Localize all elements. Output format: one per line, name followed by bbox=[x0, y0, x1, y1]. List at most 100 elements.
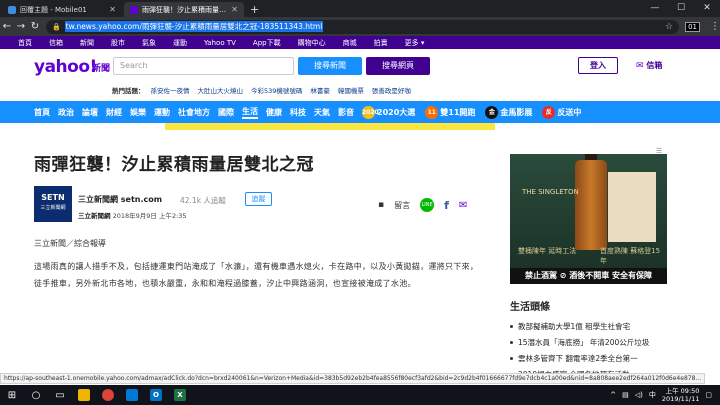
login-button[interactable]: 登入 bbox=[578, 57, 618, 74]
forward-arrow-icon[interactable]: → bbox=[14, 21, 28, 32]
yahoo-nav-item[interactable]: 運動 bbox=[173, 38, 187, 48]
pill-label: 2020大選 bbox=[377, 107, 416, 117]
trending-item[interactable]: 林書豪 bbox=[310, 85, 330, 95]
pill-icon: 金 bbox=[485, 105, 499, 119]
category-pill[interactable]: 2020 2020大選 bbox=[362, 105, 416, 119]
search-web-button[interactable]: 搜尋網頁 bbox=[366, 57, 430, 75]
rail-headline-item[interactable]: 教部擬補助大學1億 租學生社會宅 bbox=[510, 318, 710, 334]
yahoo-nav-item[interactable]: 新聞 bbox=[80, 38, 94, 48]
follow-button[interactable]: 追蹤 bbox=[245, 192, 272, 206]
close-icon[interactable]: ✕ bbox=[109, 5, 116, 14]
category-pill[interactable]: 金金馬影展 bbox=[485, 105, 533, 119]
browser-tab-yahoo[interactable]: 雨彈狂襲！汐止累積雨量居雙北 ✕ bbox=[124, 2, 244, 17]
category-tab[interactable]: 首頁 bbox=[34, 107, 50, 118]
yahoo-nav-item[interactable]: 更多 ▾ bbox=[405, 38, 425, 48]
new-tab-plus-icon[interactable]: + bbox=[244, 2, 265, 17]
yahoo-logo[interactable]: yahoo! bbox=[34, 57, 97, 77]
category-tab[interactable]: 財經 bbox=[106, 107, 122, 118]
trending-item[interactable]: 孫安佐一夜情 bbox=[151, 85, 190, 95]
yahoo-nav-item[interactable]: 首頁 bbox=[18, 38, 32, 48]
clock[interactable]: 上午 09:50 2019/11/11 bbox=[662, 387, 699, 403]
address-bar-row: ← → ↻ 🔒 tw.news.yahoo.com/雨彈狂襲-汐止累積雨量居雙北… bbox=[0, 17, 720, 36]
source-name[interactable]: 三立新聞網 setn.com bbox=[78, 194, 162, 205]
window-controls: — ☐ ✕ bbox=[642, 0, 720, 16]
language-indicator[interactable]: 中 bbox=[649, 390, 656, 400]
chrome-icon[interactable] bbox=[96, 385, 120, 405]
ad-brand: THE SINGLETON bbox=[522, 188, 579, 196]
url-input[interactable]: 🔒 tw.news.yahoo.com/雨彈狂襲-汐止累積雨量居雙北之冠-183… bbox=[45, 19, 680, 34]
browser-menu-icon[interactable]: ⋮ bbox=[710, 21, 720, 32]
extension-icon[interactable]: 01 bbox=[685, 21, 701, 32]
search-icon[interactable]: ○ bbox=[24, 385, 48, 405]
minimize-icon[interactable]: — bbox=[642, 0, 668, 16]
maximize-icon[interactable]: ☐ bbox=[668, 0, 694, 16]
task-view-icon[interactable]: ▭ bbox=[48, 385, 72, 405]
yahoo-nav-item[interactable]: 信箱 bbox=[49, 38, 63, 48]
close-window-icon[interactable]: ✕ bbox=[694, 0, 720, 16]
yahoo-nav-item[interactable]: Yahoo TV bbox=[204, 39, 236, 47]
bullet-icon bbox=[510, 356, 513, 360]
bookmark-star-icon[interactable]: ☆ bbox=[665, 22, 673, 32]
trending-item[interactable]: 張善政是好咖 bbox=[372, 85, 411, 95]
outlook-icon[interactable]: O bbox=[144, 385, 168, 405]
yahoo-nav-item[interactable]: 拍賣 bbox=[374, 38, 388, 48]
category-tab[interactable]: 社會地方 bbox=[178, 107, 210, 118]
trending-item[interactable]: 韓國機票 bbox=[338, 85, 364, 95]
store-icon[interactable] bbox=[120, 385, 144, 405]
yahoo-nav-item[interactable]: 購物中心 bbox=[298, 38, 326, 48]
bullet-icon bbox=[510, 340, 513, 344]
rail-headline-item[interactable]: 15潛水員「海底撈」 年清200公斤垃圾 bbox=[510, 334, 710, 350]
category-pill[interactable]: 11 雙11開跑 bbox=[425, 105, 475, 119]
notifications-icon[interactable]: ▢ bbox=[705, 391, 712, 399]
category-tab[interactable]: 天氣 bbox=[314, 107, 330, 118]
follower-count: 42.1k 人追蹤 bbox=[180, 196, 226, 205]
tray-arrow-icon[interactable]: ^ bbox=[610, 391, 616, 399]
category-tab[interactable]: 影音 bbox=[338, 107, 354, 118]
email-share-icon[interactable]: ✉ bbox=[459, 200, 467, 211]
search-news-button[interactable]: 搜尋新聞 bbox=[298, 57, 362, 75]
pill-label: 金馬影展 bbox=[500, 107, 533, 117]
article-body: 這場雨真的讓人措手不及，包括捷運東門站淹成了「水濂」，還有機車遇水熄火，卡在路中… bbox=[34, 262, 479, 288]
category-tab[interactable]: 國際 bbox=[218, 107, 234, 118]
file-explorer-icon[interactable] bbox=[72, 385, 96, 405]
category-tab[interactable]: 娛樂 bbox=[130, 107, 146, 118]
yahoo-nav-item[interactable]: 商城 bbox=[343, 38, 357, 48]
trending-item[interactable]: 大肚山大火燒山 bbox=[198, 85, 244, 95]
reload-icon[interactable]: ↻ bbox=[28, 21, 42, 32]
facebook-share-icon[interactable]: f bbox=[444, 199, 449, 212]
rail-headline-item[interactable]: 雲林多管齊下 翻電率達2季全台第一 bbox=[510, 350, 710, 366]
category-tab[interactable]: 論壇 bbox=[82, 107, 98, 118]
ad-strip[interactable] bbox=[165, 123, 495, 130]
windows-start-icon[interactable]: ⊞ bbox=[0, 385, 24, 405]
category-tab[interactable]: 科技 bbox=[290, 107, 306, 118]
source-logo-text: SETN bbox=[41, 193, 65, 202]
category-pill[interactable]: 反反送中 bbox=[542, 105, 582, 119]
back-arrow-icon[interactable]: ← bbox=[0, 21, 14, 32]
url-text: tw.news.yahoo.com/雨彈狂襲-汐止累積雨量居雙北之冠-18351… bbox=[64, 21, 324, 32]
yahoo-nav-item[interactable]: 氣象 bbox=[142, 38, 156, 48]
trending-item[interactable]: 今彩539機號號碼 bbox=[251, 85, 302, 95]
yahoo-nav-item[interactable]: 股市 bbox=[111, 38, 125, 48]
mobile01-favicon-icon bbox=[8, 5, 16, 14]
pill-icon: 11 bbox=[425, 105, 439, 119]
excel-icon[interactable]: X bbox=[168, 385, 192, 405]
pill-label: 反送中 bbox=[557, 107, 582, 117]
link-status-bar: https://ap-southeast-1.onemobile.yahoo.c… bbox=[0, 373, 706, 384]
category-tab[interactable]: 生活 bbox=[242, 106, 258, 119]
comment-label[interactable]: 留言 bbox=[394, 200, 410, 211]
yahoo-nav-item[interactable]: App下載 bbox=[253, 38, 281, 48]
browser-tab-mobile01[interactable]: 回覆主題 - Mobile01 ✕ bbox=[2, 2, 122, 17]
whisky-advertisement[interactable]: THE SINGLETON 雙桶陳年 延時工法 首度熟陳 蘇格登15年 禁止酒駕… bbox=[510, 154, 667, 284]
category-tab[interactable]: 運動 bbox=[154, 107, 170, 118]
source-logo[interactable]: SETN 三立新聞網 bbox=[34, 186, 72, 222]
network-icon[interactable]: ▤ bbox=[622, 391, 629, 399]
category-tab[interactable]: 健康 bbox=[266, 107, 282, 118]
close-icon[interactable]: ✕ bbox=[231, 5, 238, 14]
comment-icon[interactable]: ▪ bbox=[378, 200, 384, 210]
search-input[interactable]: Search bbox=[113, 57, 294, 75]
mail-link[interactable]: ✉ 信箱 bbox=[636, 60, 662, 71]
line-share-icon[interactable]: LINE bbox=[420, 198, 435, 212]
yahoo-top-nav: 首頁 信箱 新聞 股市 氣象 運動 Yahoo TV App下載 購物中心 商城 拍賣 更多 ▾ bbox=[0, 36, 720, 49]
category-tab[interactable]: 政治 bbox=[58, 107, 74, 118]
volume-icon[interactable]: ◁) bbox=[635, 391, 643, 399]
